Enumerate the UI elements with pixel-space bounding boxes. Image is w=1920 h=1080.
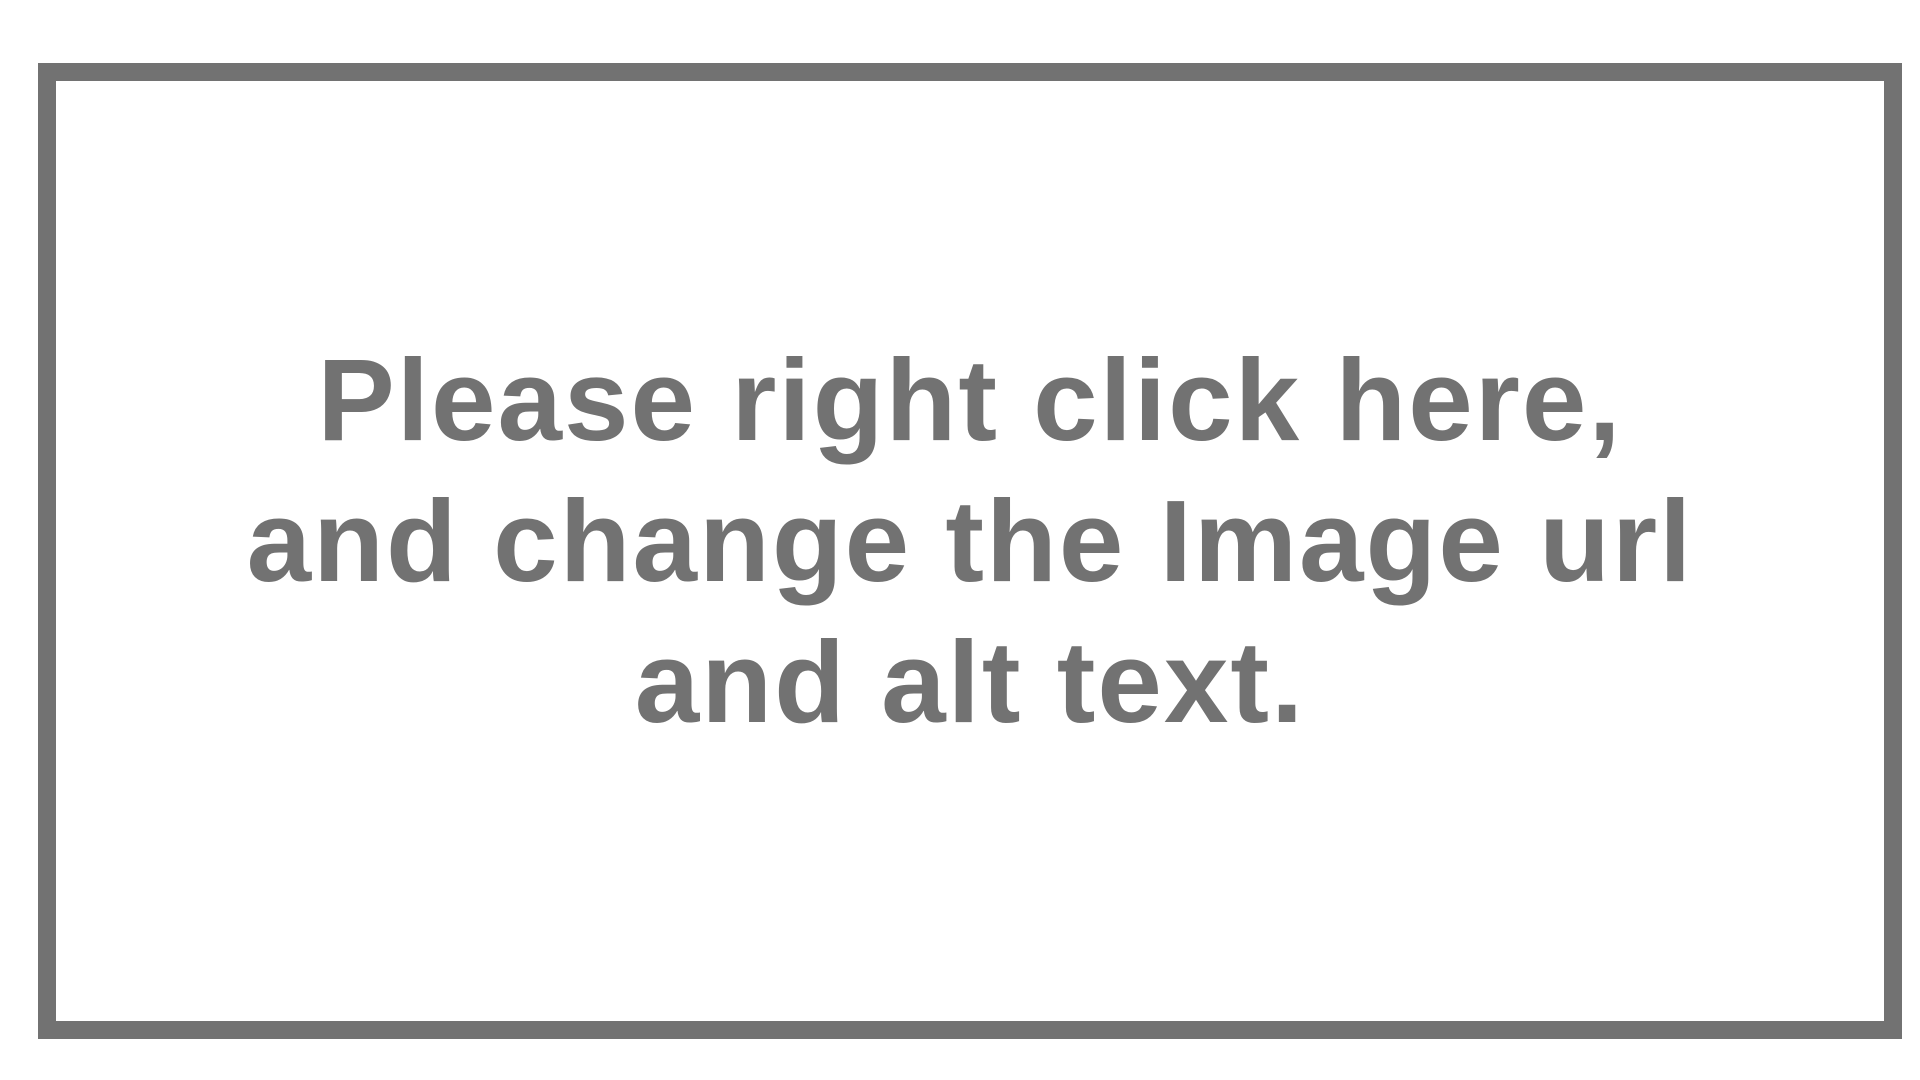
image-placeholder-frame[interactable]: Please right click here, and change the … <box>38 63 1902 1039</box>
image-placeholder-canvas: Please right click here, and change the … <box>0 0 1920 1080</box>
placeholder-line-3: and alt text. <box>634 616 1306 747</box>
placeholder-line-2: and change the Image url <box>246 475 1694 606</box>
placeholder-message: Please right click here, and change the … <box>247 330 1694 753</box>
placeholder-line-1: Please right click here, <box>317 334 1623 465</box>
